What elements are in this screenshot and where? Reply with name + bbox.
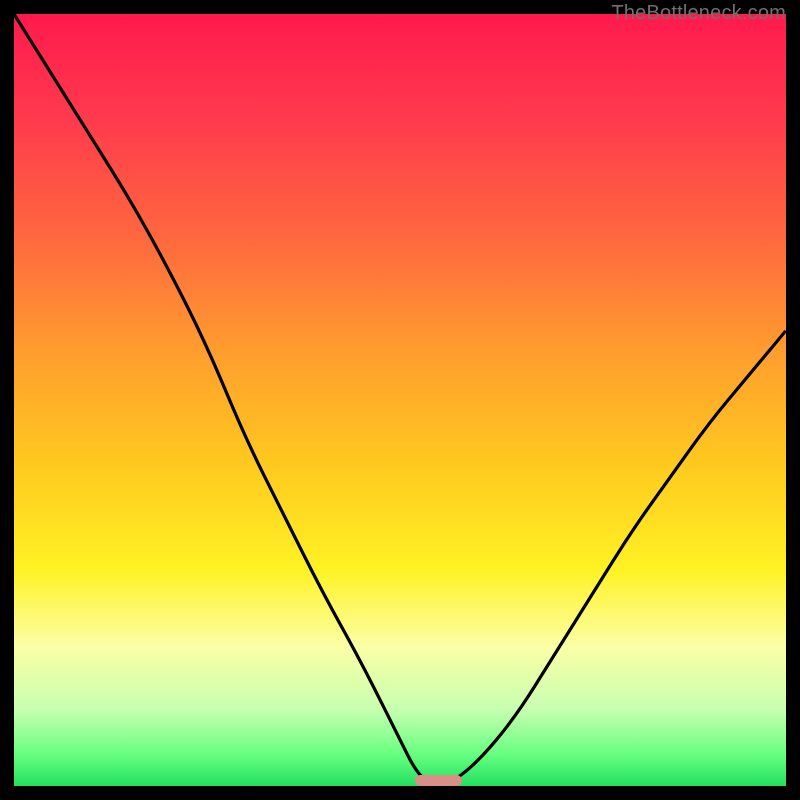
optimal-marker	[415, 775, 461, 786]
chart-frame: TheBottleneck.com	[0, 0, 800, 800]
watermark-text: TheBottleneck.com	[611, 2, 786, 25]
plot-area	[14, 14, 786, 786]
bottleneck-curve	[14, 14, 786, 786]
curve-path	[14, 14, 786, 786]
